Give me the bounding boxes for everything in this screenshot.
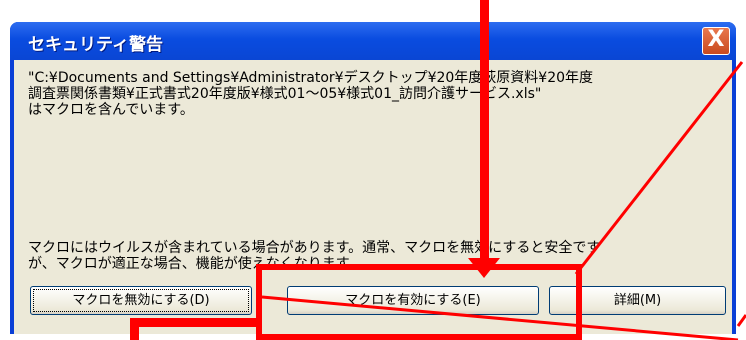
annotation-enable-highlight: [256, 264, 582, 340]
annotation-corner-line: [736, 314, 746, 327]
annotation-bottom-bar: [130, 318, 256, 327]
annotation-bottom-left-stub: [130, 318, 139, 340]
annotation-diagonal-line: [574, 61, 744, 275]
